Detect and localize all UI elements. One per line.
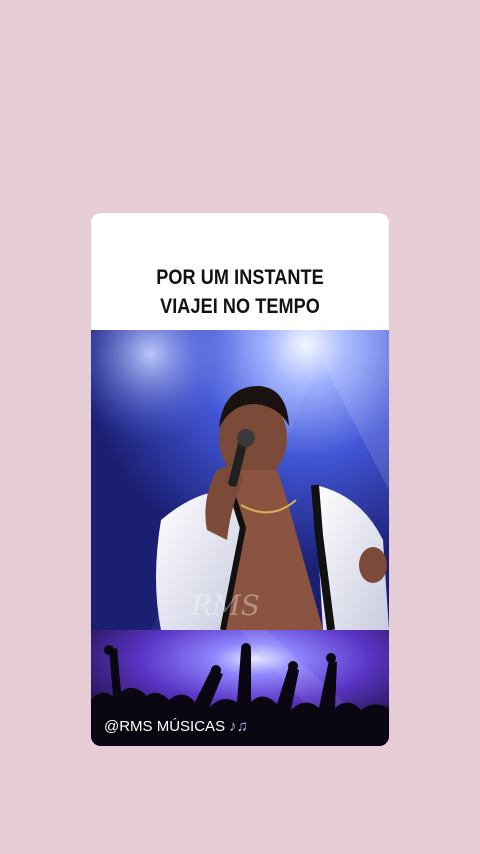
- handle-text: @RMS MÚSICAS: [104, 718, 226, 735]
- watermark-logo: RMS: [190, 589, 260, 622]
- story-screen: POR UM INSTANTE VIAJEI NO TEMPO RMS @RMS…: [0, 0, 480, 854]
- account-handle[interactable]: @RMS MÚSICAS ♪♫: [104, 718, 248, 735]
- singer-performance-image: RMS: [91, 330, 389, 630]
- story-card[interactable]: POR UM INSTANTE VIAJEI NO TEMPO RMS @RMS…: [91, 213, 389, 746]
- singer-video-frame[interactable]: RMS: [91, 330, 389, 630]
- music-notes-icon: ♪♫: [229, 718, 248, 735]
- caption-line-2: VIAJEI NO TEMPO: [160, 295, 320, 318]
- crowd-image-frame: @RMS MÚSICAS ♪♫: [91, 630, 389, 746]
- caption-line-1: POR UM INSTANTE: [156, 266, 324, 289]
- story-caption: POR UM INSTANTE VIAJEI NO TEMPO: [112, 263, 368, 321]
- caption-area: POR UM INSTANTE VIAJEI NO TEMPO: [91, 213, 389, 330]
